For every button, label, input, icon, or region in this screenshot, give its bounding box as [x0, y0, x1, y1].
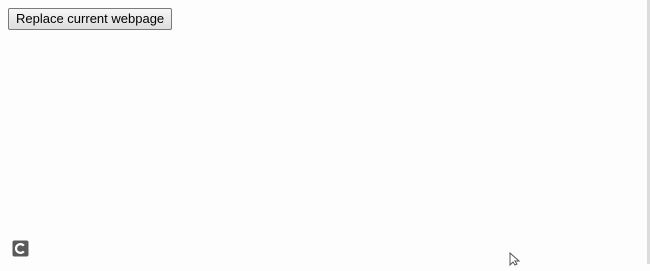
- c-badge-icon: [12, 240, 29, 257]
- webpage-viewport: [0, 0, 647, 264]
- replace-current-webpage-button[interactable]: Replace current webpage: [8, 8, 173, 30]
